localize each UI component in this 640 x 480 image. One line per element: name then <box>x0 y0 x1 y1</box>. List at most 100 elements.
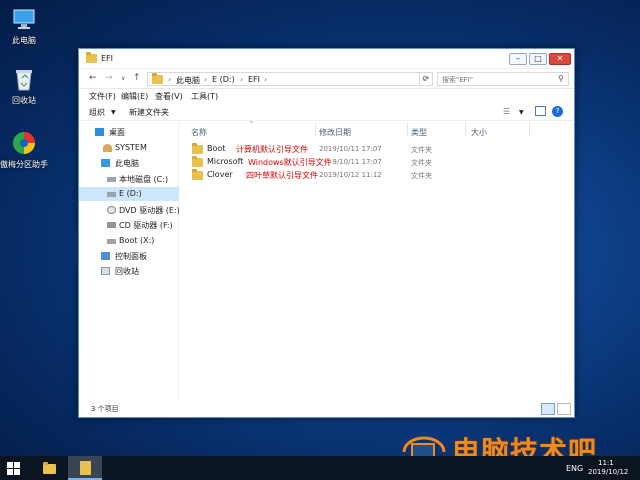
nav-item-label: 本地磁盘 (C:) <box>119 175 169 184</box>
user-icon <box>103 144 112 152</box>
column-header-size[interactable]: 大小 <box>471 127 487 138</box>
menu-view[interactable]: 查看(V) <box>155 91 183 102</box>
nav-item-label: E (D:) <box>119 189 142 198</box>
column-divider[interactable] <box>315 123 316 137</box>
file-name: Clover <box>207 170 233 179</box>
folder-icon <box>86 52 97 63</box>
folder-icon <box>152 73 163 84</box>
desktop-icon-label: 回收站 <box>12 96 36 105</box>
change-view-icon[interactable]: ☰ <box>503 107 510 116</box>
nav-item-drive-d[interactable]: E (D:) <box>79 187 179 201</box>
annotation-label: 四叶草默认引导文件 <box>245 170 319 181</box>
table-row[interactable]: Microsoft 2019/10/11 17:07 文件夹 Windows默认… <box>187 156 567 169</box>
address-input[interactable]: › 此电脑 › E (D:) › EFI › ∨ <box>147 72 433 86</box>
column-divider[interactable] <box>529 123 530 137</box>
chevron-down-icon[interactable]: ▼ <box>111 109 116 116</box>
breadcrumb-efi[interactable]: EFI <box>248 75 260 84</box>
clock-time[interactable]: 11:1 <box>598 459 614 467</box>
nav-item-system[interactable]: SYSTEM <box>79 141 179 155</box>
table-row[interactable]: Boot 2019/10/11 17:07 文件夹 计算机默认引导文件 <box>187 143 567 156</box>
folder-icon <box>192 156 203 167</box>
desktop-icon-this-pc[interactable]: 此电脑 <box>0 6 54 46</box>
preview-pane-icon[interactable] <box>535 106 546 116</box>
organize-button[interactable]: 组织 <box>89 107 105 118</box>
partition-assistant-icon <box>11 130 37 156</box>
drive-icon <box>107 177 116 182</box>
chevron-right-icon: › <box>240 75 244 84</box>
new-folder-button[interactable]: 新建文件夹 <box>129 107 169 118</box>
file-date: 2019/10/11 17:07 <box>319 145 382 153</box>
taskbar-file-explorer[interactable] <box>32 456 66 480</box>
clock-date[interactable]: 2019/10/12 <box>588 468 628 476</box>
search-input[interactable]: 搜索"EFI" ⚲ <box>437 72 569 86</box>
menu-edit[interactable]: 编辑(E) <box>121 91 148 102</box>
status-bar: 3 个项目 <box>79 401 576 417</box>
file-name: Microsoft <box>207 157 244 166</box>
input-language[interactable]: ENG <box>566 464 583 473</box>
column-header-date[interactable]: 修改日期 <box>319 127 351 138</box>
drive-icon <box>107 239 116 244</box>
details-view-icon[interactable] <box>541 403 555 415</box>
nav-item-label: 回收站 <box>115 267 139 276</box>
annotation-label: 计算机默认引导文件 <box>235 144 309 155</box>
minimize-button[interactable]: – <box>509 53 527 65</box>
annotation-label: Windows默认引导文件 <box>247 157 333 168</box>
file-type: 文件夹 <box>411 172 432 180</box>
maximize-button[interactable]: □ <box>529 53 547 65</box>
forward-arrow-icon[interactable]: → <box>105 73 113 83</box>
folder-icon <box>43 462 56 474</box>
control-panel-icon <box>101 252 110 260</box>
file-type: 文件夹 <box>411 159 432 167</box>
help-icon[interactable]: ? <box>552 106 563 117</box>
column-header-name[interactable]: 名称 <box>191 127 207 138</box>
column-divider[interactable] <box>407 123 408 137</box>
address-bar-row: ← → ∨ ↑ › 此电脑 › E (D:) › EFI › ∨ ⟳ 搜索"EF… <box>79 69 574 89</box>
table-row[interactable]: Clover 2019/10/12 11:12 文件夹 四叶草默认引导文件 <box>187 169 567 182</box>
taskbar-active-window[interactable] <box>68 456 102 480</box>
drive-icon <box>107 192 116 197</box>
nav-item-cd-f[interactable]: CD 驱动器 (F:) <box>79 218 179 232</box>
nav-item-label: SYSTEM <box>115 143 147 152</box>
desktop-icon <box>95 128 104 136</box>
search-placeholder: 搜索"EFI" <box>442 76 473 84</box>
nav-item-recycle-bin[interactable]: 回收站 <box>79 264 179 278</box>
desktop-icon-label: 此电脑 <box>12 36 36 45</box>
nav-item-dvd-e[interactable]: DVD 驱动器 (E:) V <box>79 203 179 217</box>
back-arrow-icon[interactable]: ← <box>89 73 97 83</box>
menu-tools[interactable]: 工具(T) <box>191 91 218 102</box>
menu-file[interactable]: 文件(F) <box>89 91 116 102</box>
nav-item-control-panel[interactable]: 控制面板 <box>79 249 179 263</box>
nav-item-this-pc[interactable]: 此电脑 <box>79 156 179 170</box>
windows-start-icon[interactable] <box>7 462 21 475</box>
desktop-icon-recycle-bin[interactable]: 回收站 <box>0 66 54 106</box>
explorer-window: EFI – □ ✕ ← → ∨ ↑ › 此电脑 › E (D:) › EFI ›… <box>78 48 575 418</box>
computer-icon <box>11 6 37 32</box>
nav-item-label: DVD 驱动器 (E:) V <box>119 206 179 215</box>
file-date: 2019/10/12 11:12 <box>319 171 382 179</box>
folder-icon <box>80 461 91 475</box>
large-icons-view-icon[interactable] <box>557 403 571 415</box>
nav-item-drive-c[interactable]: 本地磁盘 (C:) <box>79 172 179 186</box>
folder-icon <box>192 169 203 180</box>
nav-item-label: 桌面 <box>109 128 125 137</box>
chevron-right-icon: › <box>264 75 268 84</box>
window-title: EFI <box>101 54 114 63</box>
up-arrow-icon[interactable]: ↑ <box>133 73 141 83</box>
breadcrumb-drive[interactable]: E (D:) <box>212 75 235 84</box>
refresh-button[interactable]: ⟳ <box>419 72 433 86</box>
column-header-type[interactable]: 类型 <box>411 127 427 138</box>
recent-dropdown-icon[interactable]: ∨ <box>121 75 125 82</box>
desktop-icon-partition-assistant[interactable]: 傲梅分区助手 <box>0 130 54 170</box>
file-list: ^ 名称 修改日期 类型 大小 Boot 2019/10/11 17:07 文件… <box>181 121 575 399</box>
chevron-down-icon[interactable]: ▼ <box>519 109 524 116</box>
nav-item-boot-x[interactable]: Boot (X:) <box>79 234 179 248</box>
recycle-bin-icon <box>101 267 110 275</box>
column-divider[interactable] <box>465 123 466 137</box>
title-bar[interactable]: EFI – □ ✕ <box>79 49 574 69</box>
close-button[interactable]: ✕ <box>549 53 571 65</box>
nav-item-label: CD 驱动器 (F:) <box>119 221 173 230</box>
chevron-right-icon: › <box>168 75 172 84</box>
nav-item-desktop[interactable]: 桌面 <box>79 125 179 139</box>
breadcrumb-this-pc[interactable]: 此电脑 <box>176 75 200 86</box>
menu-bar: 文件(F) 编辑(E) 查看(V) 工具(T) <box>79 89 574 103</box>
